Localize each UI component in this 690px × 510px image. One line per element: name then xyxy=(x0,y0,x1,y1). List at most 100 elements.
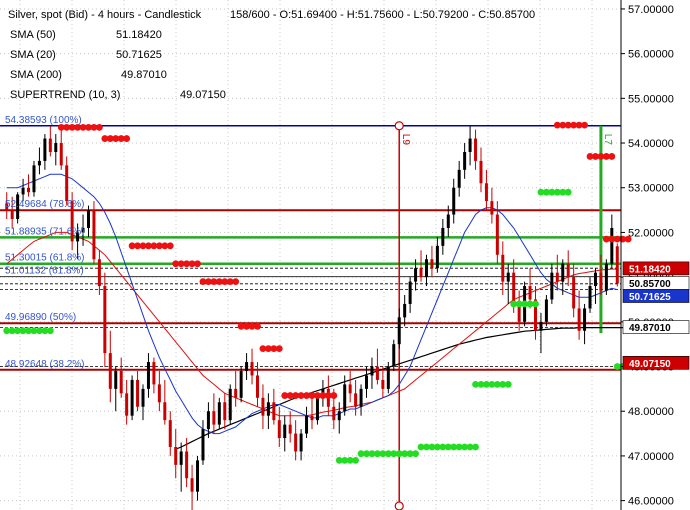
supertrend-dot xyxy=(123,135,131,142)
candle-body xyxy=(414,268,418,282)
candle-body xyxy=(392,344,396,367)
y-tick-label: 54.00000 xyxy=(628,138,674,150)
candle-body xyxy=(403,303,407,318)
candle-body xyxy=(370,366,374,376)
supertrend-dot xyxy=(232,278,240,285)
candle-body xyxy=(583,308,587,331)
supertrend-dot xyxy=(608,153,616,160)
candle-body xyxy=(239,370,243,398)
y-tick-label: 56.00000 xyxy=(628,49,674,61)
candle-body xyxy=(555,272,559,282)
candle-body xyxy=(430,259,434,269)
candle-body xyxy=(386,366,390,389)
fib-level-label: 49.96890 (50%) xyxy=(5,312,76,323)
candle-body xyxy=(435,245,439,269)
candle-body xyxy=(185,451,189,479)
sma200-line xyxy=(175,327,629,450)
fib-level-label: 52.49684 (78.6%) xyxy=(5,199,85,210)
y-tick-label: 47.00000 xyxy=(628,451,674,463)
candle-body xyxy=(179,451,183,465)
supertrend-dot xyxy=(532,300,539,308)
candle-body xyxy=(544,299,548,322)
supertrend-dot xyxy=(330,392,338,399)
price-axis: 46.0000047.0000048.0000049.0000050.00000… xyxy=(620,0,674,510)
candle-body xyxy=(103,286,107,354)
candle-body xyxy=(234,388,238,398)
supertrend-dot xyxy=(472,443,479,451)
candle-body xyxy=(588,286,592,309)
supertrend-dot xyxy=(564,188,572,196)
supertrend-dot xyxy=(412,450,419,458)
candle-body xyxy=(261,397,265,416)
supertrend-dot xyxy=(352,456,360,464)
candle-body xyxy=(168,420,172,447)
fib-level-label: 51.88935 (71.6%) xyxy=(5,226,85,237)
candle-body xyxy=(474,138,478,161)
candle-body xyxy=(561,263,565,282)
candle-body xyxy=(217,402,221,425)
fib-level-label: 48.92648 (38.2%) xyxy=(5,359,85,370)
candle-body xyxy=(479,160,483,184)
candle-body xyxy=(283,424,287,439)
indicator-name: SMA (200) xyxy=(10,69,62,81)
candle-body xyxy=(206,411,210,430)
indicator-value: 49.07150 xyxy=(180,89,226,101)
supertrend-dot xyxy=(194,260,201,268)
y-tick-label: 55.00000 xyxy=(628,93,674,105)
candle-body xyxy=(21,187,25,195)
candle-body xyxy=(190,478,194,492)
candle-body xyxy=(315,397,319,421)
candle-body xyxy=(201,429,205,461)
candle-body xyxy=(354,393,358,407)
candle-body xyxy=(299,433,303,452)
candle-body xyxy=(223,402,227,421)
candle-body xyxy=(484,183,488,202)
candle-body xyxy=(512,272,516,304)
indicator-name: SMA (50) xyxy=(10,29,56,41)
candle-body xyxy=(174,446,178,465)
candle-body xyxy=(37,160,41,166)
candle-body xyxy=(457,169,461,188)
candle-body xyxy=(468,138,472,152)
candle-body xyxy=(550,272,554,300)
chart-header: Silver, spot (Bid) - 4 hours - Candlesti… xyxy=(8,9,535,101)
candle-body xyxy=(501,254,505,282)
candle-body xyxy=(539,321,543,331)
candle-body xyxy=(108,353,112,389)
candle-body xyxy=(337,411,341,421)
candle-body xyxy=(375,366,379,380)
vertical-marker-label: L9 xyxy=(400,134,411,146)
candles-layer xyxy=(5,126,619,510)
supertrend-dot xyxy=(504,380,512,388)
y-tick-label: 46.00000 xyxy=(628,496,674,508)
chart-title: Silver, spot (Bid) - 4 hours - Candlesti… xyxy=(8,9,202,21)
candle-body xyxy=(572,277,576,309)
candle-body xyxy=(136,379,140,407)
candle-body xyxy=(141,388,145,407)
candle-body xyxy=(528,286,532,300)
candle-body xyxy=(59,143,63,166)
supertrend-dot xyxy=(275,345,283,353)
supertrend-dot xyxy=(166,242,174,250)
candle-body xyxy=(610,227,614,264)
indicator-value: 50.71625 xyxy=(116,49,162,61)
candle-body xyxy=(332,406,336,421)
candle-body xyxy=(157,384,161,403)
candle-body xyxy=(397,317,401,345)
vertical-marker-label: L7 xyxy=(602,134,613,146)
candle-body xyxy=(266,402,270,416)
candle-body xyxy=(343,384,347,412)
candle-body xyxy=(305,415,309,434)
candle-body xyxy=(119,370,123,394)
candle-body xyxy=(490,201,494,215)
candle-body xyxy=(419,268,423,278)
candlestick-chart: L9 L7 54.38593 (100%) 52.49684 (78.6%) 51.8… xyxy=(0,0,690,510)
candle-body xyxy=(577,308,581,331)
candle-body xyxy=(163,402,167,421)
candle-body xyxy=(10,210,14,220)
y-tick-label: 57.00000 xyxy=(628,4,674,16)
candle-body xyxy=(97,259,101,287)
candle-body xyxy=(446,214,450,228)
candle-body xyxy=(495,214,499,255)
supertrend-dot xyxy=(46,327,54,335)
